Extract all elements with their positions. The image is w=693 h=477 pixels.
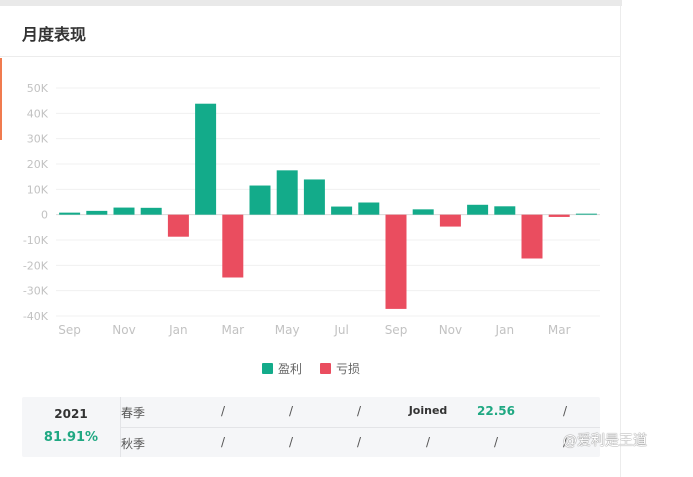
x-tick-label: Nov [439, 323, 462, 337]
legend-label[interactable]: 亏损 [336, 362, 360, 376]
x-tick-label: Sep [385, 323, 408, 337]
x-tick-label: Sep [58, 323, 81, 337]
y-tick-label: -10K [23, 234, 49, 247]
legend-label[interactable]: 盈利 [278, 362, 302, 376]
bar [494, 206, 516, 215]
watermark: @爱利是王道 [563, 433, 647, 449]
x-axis-ticks: Sep Nov Jan Mar May Jul Sep Nov Jan Mar [58, 323, 570, 337]
table-row: 秋季 / / / / / / [121, 428, 600, 458]
y-tick-label: 0 [41, 209, 48, 222]
y-tick-label: 20K [27, 158, 49, 171]
bar [113, 207, 135, 215]
bar [222, 214, 244, 278]
table-cell: Joined [408, 404, 448, 417]
seasonal-table: 2021 81.91% 春季 / / / Joined 22.56 / 秋季 /… [22, 397, 600, 457]
table-cell: / [562, 404, 568, 418]
bar [467, 204, 489, 215]
table-cell: / [220, 435, 226, 449]
bar [439, 214, 461, 227]
x-tick-label: Jan [168, 323, 188, 337]
legend[interactable]: 盈利 亏损 [262, 362, 360, 376]
bar [412, 209, 434, 215]
bar [59, 212, 81, 215]
bar [358, 202, 380, 215]
table-cell: / [288, 404, 294, 418]
year-label: 2021 [54, 407, 88, 421]
bar [521, 214, 543, 259]
y-tick-label: 10K [27, 183, 49, 196]
x-tick-label: Nov [112, 323, 135, 337]
bar [86, 210, 108, 215]
y-axis-ticks: 50K 40K 30K 20K 10K 0 -10K -20K -30K -40K [23, 82, 49, 323]
legend-swatch[interactable] [320, 363, 331, 374]
season-label: 秋季 [121, 437, 146, 451]
monthly-bar-chart: 50K 40K 30K 20K 10K 0 -10K -20K -30K -40K Sep Nov J… [23, 82, 600, 376]
x-tick-label: Mar [221, 323, 244, 337]
x-tick-label: May [275, 323, 300, 337]
legend-swatch[interactable] [262, 363, 273, 374]
x-tick-label: Jan [495, 323, 515, 337]
table-cell: / [356, 435, 362, 449]
bar [548, 214, 570, 217]
bar [276, 170, 298, 215]
bar [140, 207, 162, 215]
bar [249, 185, 271, 215]
bars [59, 103, 597, 309]
table-cell: / [493, 435, 499, 449]
table-cell: / [220, 404, 226, 418]
y-tick-label: 50K [27, 82, 49, 95]
season-label: 春季 [121, 406, 146, 420]
y-tick-label: 30K [27, 133, 49, 146]
year-total: 81.91% [43, 430, 99, 445]
x-tick-label: Jul [333, 323, 348, 337]
bar [575, 213, 597, 215]
bar [303, 179, 325, 215]
y-tick-label: -40K [23, 310, 49, 323]
table-cell: / [288, 435, 294, 449]
table-cell: / [425, 435, 431, 449]
bar [385, 214, 407, 309]
table-cell: 22.56 [477, 404, 515, 418]
table-cell: / [356, 404, 362, 418]
bar [167, 214, 189, 237]
bar [195, 103, 217, 215]
y-tick-label: -30K [23, 285, 49, 298]
y-tick-label: 40K [27, 107, 49, 120]
year-column: 2021 81.91% [22, 397, 121, 457]
bar [331, 206, 353, 215]
table-row: 春季 / / / Joined 22.56 / [121, 397, 600, 427]
y-tick-label: -20K [23, 259, 49, 272]
x-tick-label: Mar [548, 323, 571, 337]
grid-lines [56, 87, 600, 317]
